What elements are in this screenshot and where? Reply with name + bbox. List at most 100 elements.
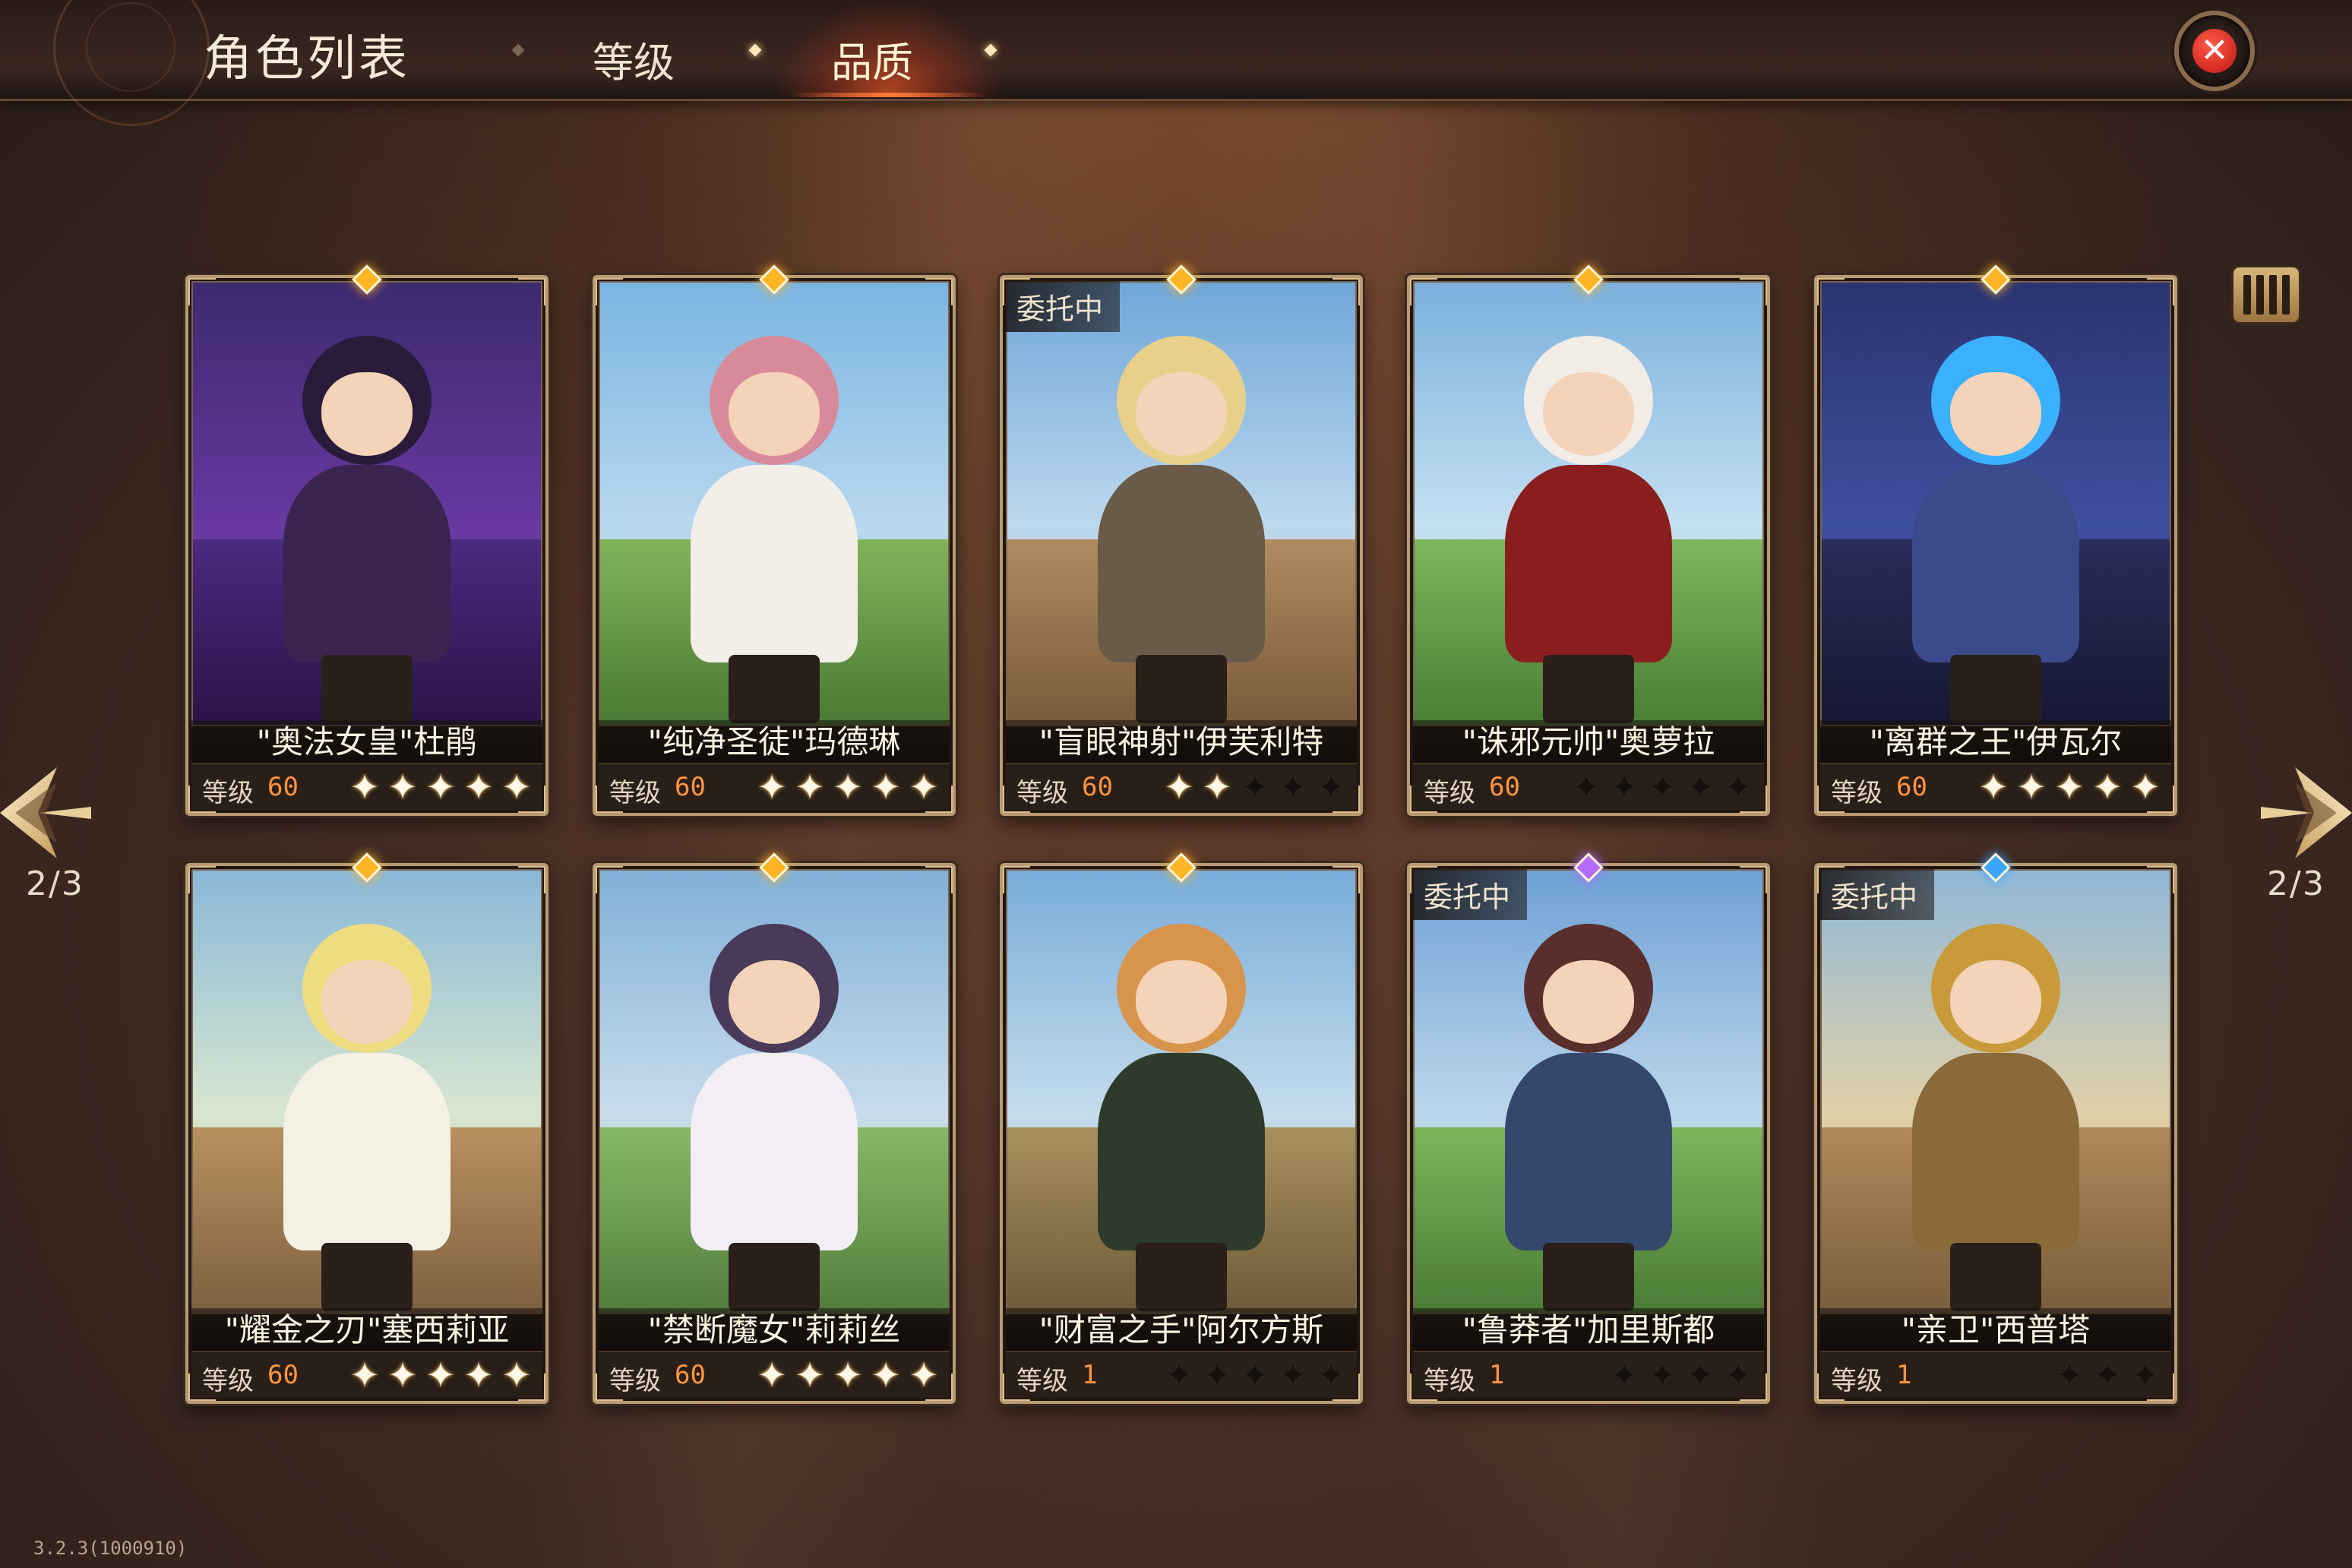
card-corner-ornament: [1740, 866, 1767, 893]
level-value: 1: [1489, 1360, 1505, 1390]
character-portrait: [1820, 869, 2171, 1314]
level-label: 等级: [1424, 1366, 1475, 1396]
star-rating: ✦ ✦ ✦ ✦ ✦: [754, 1355, 942, 1395]
character-name: "禁断魔女"莉莉丝: [599, 1308, 950, 1352]
star-icon: ✦: [501, 1355, 532, 1396]
card-corner-ornament: [1003, 866, 1030, 893]
star-icon: ✦: [1571, 767, 1601, 808]
level-value: 60: [1082, 772, 1113, 802]
level-star-bar: 等级 60 ✦ ✦ ✦ ✦ ✦: [1820, 763, 2171, 810]
tab-level[interactable]: 等级: [593, 29, 675, 89]
star-icon: ✦: [387, 1355, 418, 1396]
level-value: 60: [675, 772, 706, 802]
character-card[interactable]: "纯净圣徒"玛德琳 等级 60 ✦ ✦ ✦ ✦ ✦: [593, 275, 956, 816]
character-figure: [1083, 924, 1280, 1319]
compass-emblem-icon: [53, 0, 210, 126]
star-icon: ✦: [2016, 767, 2047, 808]
star-icon: ✦: [909, 1355, 939, 1396]
character-card[interactable]: "耀金之刃"塞西莉亚等级 60 ✦ ✦ ✦ ✦ ✦: [185, 863, 548, 1404]
tab-divider-dot: [748, 43, 762, 57]
active-tab-underline: [790, 93, 988, 97]
star-icon: ✦: [1647, 767, 1677, 808]
star-rating: ✦ ✦ ✦ ✦ ✦: [346, 1355, 535, 1395]
next-page-button[interactable]: [2253, 760, 2352, 866]
star-icon: ✦: [795, 1355, 825, 1396]
close-button[interactable]: ✕: [2174, 11, 2255, 91]
star-icon: ✦: [1240, 767, 1270, 808]
level-star-bar: 等级 60 ✦ ✦ ✦ ✦ ✦: [191, 763, 542, 810]
character-card[interactable]: 委托中 "盲眼神射"伊芙利特 等级 60 ✦ ✦ ✦ ✦ ✦: [1000, 275, 1363, 816]
filter-icon: [2243, 275, 2251, 315]
card-corner-ornament: [1332, 278, 1360, 305]
level-star-bar: 等级 60 ✦ ✦ ✦ ✦ ✦: [599, 763, 950, 810]
level-value: 1: [1082, 1360, 1098, 1390]
entrust-status-badge: 委托中: [1413, 869, 1528, 920]
character-name: "盲眼神射"伊芙利特: [1006, 720, 1357, 764]
character-figure: [268, 336, 466, 731]
star-icon: ✦: [909, 767, 939, 808]
star-icon: ✦: [2054, 1355, 2085, 1396]
star-icon: ✦: [1164, 1355, 1194, 1396]
star-icon: ✦: [1609, 1355, 1639, 1396]
character-name: "耀金之刃"塞西莉亚: [191, 1308, 542, 1352]
star-icon: ✦: [2092, 767, 2123, 808]
prev-page-button[interactable]: [0, 760, 99, 866]
star-icon: ✦: [1685, 767, 1715, 808]
star-icon: ✦: [1278, 767, 1308, 808]
level-value: 60: [267, 1360, 299, 1390]
filter-icon-bar: [2281, 275, 2290, 315]
level-label: 等级: [1424, 778, 1475, 808]
tab-quality[interactable]: 品质: [831, 29, 913, 89]
character-card[interactable]: "禁断魔女"莉莉丝 等级 60 ✦ ✦ ✦ ✦ ✦: [593, 863, 956, 1404]
level-label: 等级: [202, 778, 254, 808]
card-corner-ornament: [518, 278, 545, 305]
star-icon: ✦: [463, 1355, 494, 1396]
character-name: "财富之手"阿尔方斯: [1006, 1308, 1357, 1352]
filter-button[interactable]: [2233, 267, 2299, 322]
card-corner-ornament: [925, 866, 953, 893]
star-icon: ✦: [425, 767, 456, 808]
character-portrait: [599, 281, 950, 726]
character-figure: [268, 924, 466, 1319]
card-corner-ornament: [1410, 278, 1437, 305]
character-figure: [675, 336, 873, 731]
level-label: 等级: [1831, 778, 1883, 808]
star-icon: ✦: [387, 767, 418, 808]
character-card[interactable]: "财富之手"阿尔方斯 等级 1 ✦ ✦ ✦ ✦ ✦: [1000, 863, 1363, 1404]
card-corner-ornament: [596, 278, 623, 305]
character-portrait: [1820, 281, 2171, 726]
character-figure: [1083, 336, 1280, 731]
card-corner-ornament: [925, 278, 953, 305]
card-corner-ornament: [1740, 278, 1767, 305]
star-icon: ✦: [757, 1355, 787, 1396]
version-label: 3.2.3(1000910): [33, 1538, 188, 1559]
level-value: 60: [1489, 772, 1520, 802]
filter-icon-bar: [2268, 275, 2277, 315]
star-icon: ✦: [425, 1355, 456, 1396]
level-value: 60: [267, 772, 299, 802]
star-icon: ✦: [871, 1355, 901, 1396]
star-icon: ✦: [1164, 767, 1194, 808]
character-card[interactable]: "离群之王"伊瓦尔 等级 60 ✦ ✦ ✦ ✦ ✦: [1814, 275, 2177, 816]
card-corner-ornament: [188, 866, 216, 893]
character-figure: [1897, 336, 2094, 731]
character-figure: [1490, 924, 1687, 1319]
level-star-bar: 等级 1 ✦ ✦ ✦ ✦ ✦: [1006, 1351, 1357, 1398]
star-icon: ✦: [1723, 767, 1753, 808]
level-label: 等级: [202, 1366, 254, 1396]
star-rating: ✦ ✦ ✦ ✦ ✦: [1568, 767, 1756, 807]
level-label: 等级: [1831, 1366, 1883, 1396]
character-figure: [675, 924, 873, 1319]
character-card[interactable]: "奥法女皇"杜鹃 等级 60 ✦ ✦ ✦ ✦ ✦: [185, 275, 548, 816]
character-card[interactable]: "诛邪元帅"奥萝拉 等级 60 ✦ ✦ ✦ ✦ ✦: [1407, 275, 1770, 816]
level-value: 1: [1896, 1360, 1912, 1390]
star-icon: ✦: [1202, 767, 1232, 808]
character-figure: [1490, 336, 1687, 731]
character-card[interactable]: 委托中 "鲁莽者"加里斯都 等级 1 ✦ ✦ ✦ ✦: [1407, 863, 1770, 1404]
level-label: 等级: [1016, 1366, 1068, 1396]
star-icon: ✦: [1978, 767, 2009, 808]
star-icon: ✦: [2054, 767, 2085, 808]
level-label: 等级: [1016, 778, 1068, 808]
character-card[interactable]: 委托中 "亲卫"西普塔 等级 1 ✦ ✦ ✦: [1814, 863, 2177, 1404]
filter-icon-bar: [2256, 275, 2264, 315]
